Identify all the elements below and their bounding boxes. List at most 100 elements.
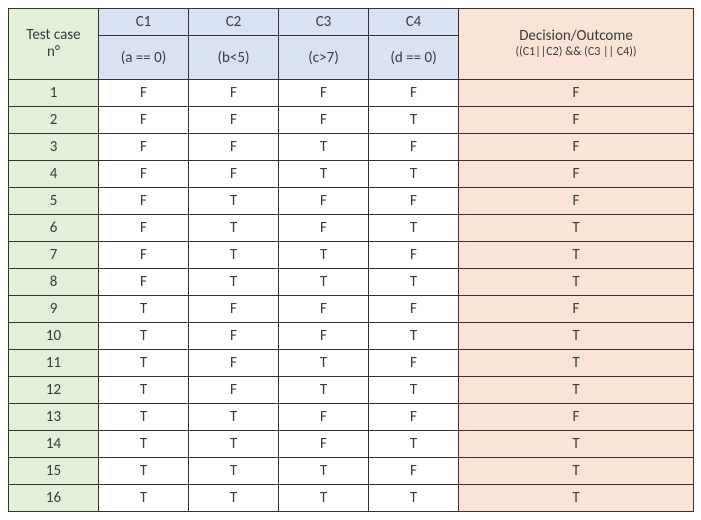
cell-condition: T [369, 269, 459, 296]
cell-condition: F [99, 215, 189, 242]
table-row: 1FFFFF [9, 80, 694, 107]
cell-condition: T [189, 431, 279, 458]
test-case-label-line2: n° [11, 44, 96, 61]
cell-condition: T [279, 134, 369, 161]
col-header-c4-short: C4 [369, 9, 459, 36]
truth-table: Test case n° C1 C2 C3 C4 Decision/Outcom… [8, 8, 694, 512]
table-row: 5FTFFF [9, 188, 694, 215]
cell-condition: F [99, 134, 189, 161]
col-header-c4-expr: (d == 0) [369, 36, 459, 80]
cell-condition: F [369, 350, 459, 377]
cell-condition: T [279, 269, 369, 296]
col-header-c3-expr: (c>7) [279, 36, 369, 80]
cell-outcome: T [459, 269, 694, 296]
cell-condition: T [189, 458, 279, 485]
table-row: 14TTFTT [9, 431, 694, 458]
cell-condition: F [189, 80, 279, 107]
cell-testcase-number: 1 [9, 80, 99, 107]
cell-condition: T [279, 458, 369, 485]
cell-condition: T [189, 215, 279, 242]
cell-outcome: F [459, 404, 694, 431]
cell-testcase-number: 15 [9, 458, 99, 485]
cell-condition: F [189, 323, 279, 350]
table-row: 7FTTFT [9, 242, 694, 269]
col-header-c1-short: C1 [99, 9, 189, 36]
cell-condition: T [99, 404, 189, 431]
cell-condition: T [369, 485, 459, 512]
cell-condition: T [189, 269, 279, 296]
cell-condition: T [99, 458, 189, 485]
cell-outcome: T [459, 350, 694, 377]
cell-condition: T [369, 323, 459, 350]
table-row: 8FTTTT [9, 269, 694, 296]
cell-condition: T [369, 215, 459, 242]
cell-condition: F [99, 269, 189, 296]
table-row: 13TTFFF [9, 404, 694, 431]
col-header-c1-expr: (a == 0) [99, 36, 189, 80]
cell-condition: T [189, 188, 279, 215]
cell-condition: F [369, 188, 459, 215]
cell-testcase-number: 10 [9, 323, 99, 350]
cell-condition: F [99, 80, 189, 107]
cell-condition: T [279, 377, 369, 404]
cell-outcome: F [459, 134, 694, 161]
table-row: 15TTTFT [9, 458, 694, 485]
cell-outcome: F [459, 80, 694, 107]
table-row: 6FTFTT [9, 215, 694, 242]
cell-condition: F [99, 107, 189, 134]
cell-condition: T [369, 431, 459, 458]
cell-condition: F [369, 80, 459, 107]
cell-testcase-number: 9 [9, 296, 99, 323]
cell-condition: F [369, 458, 459, 485]
cell-condition: F [279, 296, 369, 323]
cell-condition: T [279, 242, 369, 269]
cell-outcome: F [459, 188, 694, 215]
cell-condition: F [279, 188, 369, 215]
cell-outcome: T [459, 323, 694, 350]
cell-condition: F [279, 215, 369, 242]
cell-condition: F [99, 161, 189, 188]
table-row: 3FFTFF [9, 134, 694, 161]
table-row: 12TFTTT [9, 377, 694, 404]
col-header-c3-short: C3 [279, 9, 369, 36]
cell-testcase-number: 16 [9, 485, 99, 512]
col-header-testcase: Test case n° [9, 9, 99, 80]
cell-condition: T [189, 242, 279, 269]
cell-condition: F [99, 188, 189, 215]
cell-outcome: T [459, 242, 694, 269]
cell-outcome: F [459, 161, 694, 188]
header-row-1: Test case n° C1 C2 C3 C4 Decision/Outcom… [9, 9, 694, 36]
cell-testcase-number: 6 [9, 215, 99, 242]
cell-condition: T [99, 377, 189, 404]
cell-condition: F [279, 431, 369, 458]
cell-condition: T [99, 485, 189, 512]
cell-condition: F [279, 323, 369, 350]
cell-testcase-number: 5 [9, 188, 99, 215]
cell-condition: F [189, 377, 279, 404]
table-row: 11TFTFT [9, 350, 694, 377]
cell-condition: F [279, 80, 369, 107]
cell-testcase-number: 11 [9, 350, 99, 377]
table-row: 4FFTTF [9, 161, 694, 188]
cell-condition: F [99, 242, 189, 269]
cell-condition: T [99, 350, 189, 377]
table-row: 16TTTTT [9, 485, 694, 512]
cell-condition: T [279, 161, 369, 188]
cell-condition: T [189, 485, 279, 512]
cell-testcase-number: 14 [9, 431, 99, 458]
cell-condition: F [189, 134, 279, 161]
cell-condition: T [189, 404, 279, 431]
cell-condition: F [189, 161, 279, 188]
table-row: 2FFFTF [9, 107, 694, 134]
outcome-label: Decision/Outcome [461, 28, 691, 45]
cell-testcase-number: 4 [9, 161, 99, 188]
cell-testcase-number: 2 [9, 107, 99, 134]
cell-condition: F [279, 107, 369, 134]
cell-outcome: T [459, 215, 694, 242]
cell-testcase-number: 12 [9, 377, 99, 404]
cell-outcome: F [459, 296, 694, 323]
cell-condition: T [369, 161, 459, 188]
cell-testcase-number: 13 [9, 404, 99, 431]
cell-outcome: T [459, 431, 694, 458]
test-case-label-line1: Test case [11, 27, 96, 44]
